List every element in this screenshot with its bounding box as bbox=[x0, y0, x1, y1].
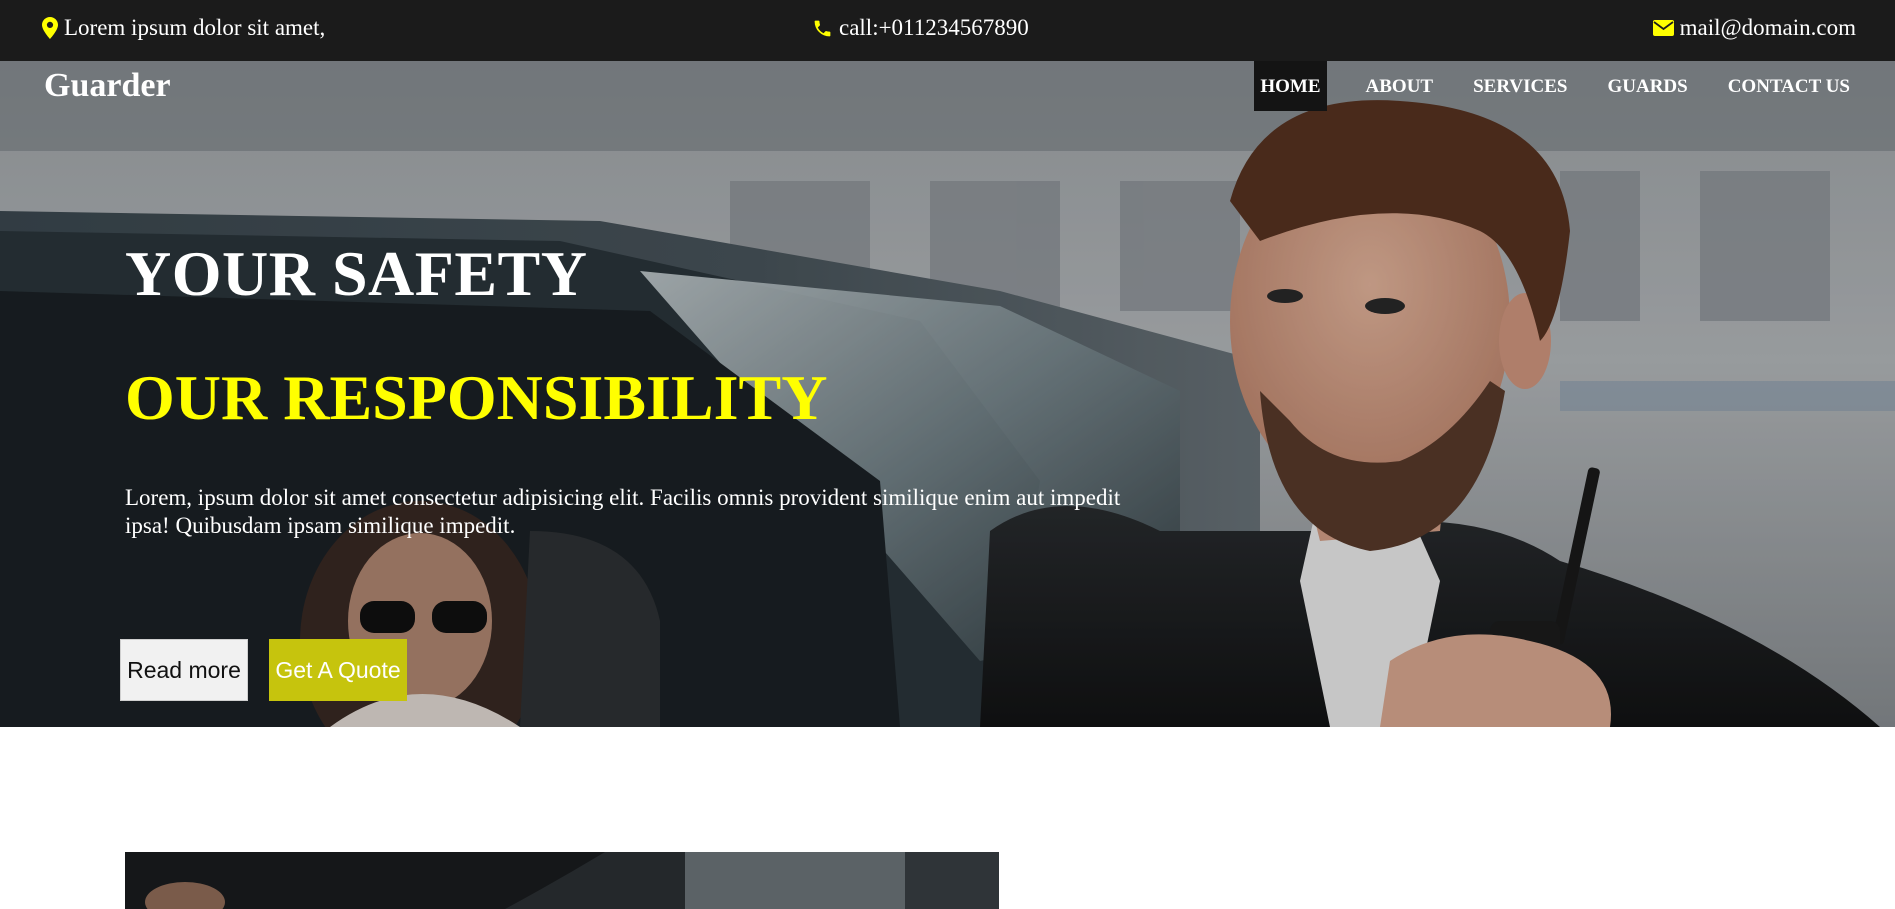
hero-description: Lorem, ipsum dolor sit amet consectetur … bbox=[125, 485, 1121, 538]
about-section-image bbox=[125, 852, 999, 909]
hero-section: Guarder HOME ABOUT SERVICES GUARDS CONTA… bbox=[0, 61, 1895, 727]
main-nav: HOME ABOUT SERVICES GUARDS CONTACT US bbox=[1254, 61, 1870, 111]
address-info: Lorem ipsum dolor sit amet, bbox=[42, 15, 325, 41]
brand-logo[interactable]: Guarder bbox=[44, 67, 171, 105]
nav-item-contact-us[interactable]: CONTACT US bbox=[1708, 61, 1870, 111]
address-text: Lorem ipsum dolor sit amet, bbox=[64, 15, 326, 40]
phone-info[interactable]: call:+011234567890 bbox=[812, 15, 1029, 41]
get-a-quote-button[interactable]: Get A Quote bbox=[269, 639, 407, 701]
map-marker-icon bbox=[42, 17, 58, 39]
nav-item-home[interactable]: HOME bbox=[1254, 61, 1327, 111]
about-photo bbox=[125, 852, 999, 909]
email-info[interactable]: mail@domain.com bbox=[1652, 15, 1856, 41]
nav-item-services[interactable]: SERVICES bbox=[1453, 61, 1587, 111]
phone-icon bbox=[814, 20, 831, 36]
top-info-bar: Lorem ipsum dolor sit amet, call:+011234… bbox=[0, 0, 1895, 61]
phone-text: call:+011234567890 bbox=[839, 15, 1029, 40]
read-more-button[interactable]: Read more bbox=[120, 639, 248, 701]
hero-headline-secondary: OUR RESPONSIBILITY bbox=[125, 362, 828, 433]
nav-item-guards[interactable]: GUARDS bbox=[1587, 61, 1707, 111]
email-text: mail@domain.com bbox=[1679, 15, 1856, 40]
nav-item-about[interactable]: ABOUT bbox=[1346, 61, 1454, 111]
envelope-icon bbox=[1652, 20, 1674, 36]
hero-headline-primary: YOUR SAFETY bbox=[125, 238, 588, 309]
